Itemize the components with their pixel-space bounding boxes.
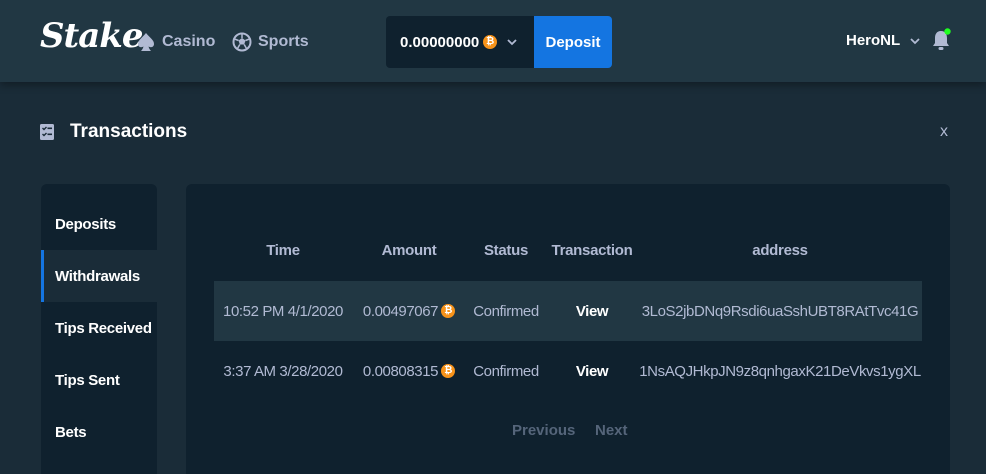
cell-status: Confirmed — [473, 302, 539, 320]
side-item-tips-sent[interactable]: Tips Sent — [41, 354, 157, 406]
cell-amount: 0.00497067 ₿ — [352, 281, 466, 341]
checklist-icon — [40, 124, 54, 140]
column-header-time: Time — [266, 242, 300, 259]
pagination-next[interactable]: Next — [595, 422, 628, 439]
table-row: 10:52 PM 4/1/2020 0.00497067 ₿ Confirmed… — [214, 281, 922, 341]
username: HeroNL — [846, 32, 901, 49]
column-header-transaction: Transaction — [551, 242, 633, 259]
cell-time: 10:52 PM 4/1/2020 — [223, 302, 343, 320]
cell-address: 3LoS2jbDNq9Rsdi6uaSshUBT8RAtTvc41G — [641, 302, 919, 320]
view-transaction-link[interactable]: View — [546, 341, 638, 401]
cell-time: 3:37 AM 3/28/2020 — [223, 362, 343, 380]
bitcoin-icon: ₿ — [441, 364, 456, 378]
column-header-address: address — [752, 242, 808, 259]
side-item-tips-received[interactable]: Tips Received — [41, 302, 157, 354]
top-bar: Stake Casino Sports 0.00000000 ₿ Deposit… — [0, 0, 986, 82]
amount-value: 0.00808315 — [362, 362, 439, 380]
close-button[interactable]: x — [936, 123, 952, 143]
pagination-previous[interactable]: Previous — [512, 422, 575, 439]
cell-status: Confirmed — [473, 362, 539, 380]
bitcoin-icon: ₿ — [441, 304, 456, 318]
nav-sports-label: Sports — [258, 33, 309, 50]
user-menu[interactable]: HeroNL — [846, 32, 920, 49]
cell-address: 1NsAQJHkpJN9z8qnhgaxK21DeVkvs1ygXL — [639, 362, 921, 380]
chevron-down-icon — [910, 37, 920, 44]
deposit-button[interactable]: Deposit — [534, 16, 612, 68]
view-transaction-link[interactable]: View — [546, 281, 638, 341]
amount-value: 0.00497067 — [362, 302, 439, 320]
side-item-withdrawals[interactable]: Withdrawals — [41, 250, 157, 302]
bitcoin-icon: ₿ — [483, 35, 498, 49]
nav-casino-label: Casino — [162, 33, 216, 50]
page-title: Transactions — [70, 121, 188, 142]
chevron-down-icon — [507, 39, 517, 46]
soccer-ball-icon — [232, 32, 252, 52]
notification-dot — [944, 28, 951, 35]
wallet-balance: 0.00000000 — [400, 33, 480, 51]
column-header-amount: Amount — [381, 242, 437, 259]
wallet-selector[interactable]: 0.00000000 ₿ — [386, 16, 534, 68]
nav-sports[interactable]: Sports — [232, 30, 309, 54]
page-header: Transactions — [40, 121, 187, 143]
notification-bell-icon[interactable] — [930, 28, 952, 52]
side-item-deposits[interactable]: Deposits — [41, 198, 157, 250]
nav-casino[interactable]: Casino — [136, 30, 215, 54]
transactions-side-menu: Deposits Withdrawals Tips Received Tips … — [41, 184, 157, 474]
stake-logo[interactable]: Stake — [40, 16, 143, 56]
side-item-bets[interactable]: Bets — [41, 406, 157, 458]
table-row: 3:37 AM 3/28/2020 0.00808315 ₿ Confirmed… — [214, 341, 922, 401]
spade-icon — [138, 33, 154, 51]
column-header-status: Status — [483, 242, 529, 259]
cell-amount: 0.00808315 ₿ — [352, 341, 466, 401]
